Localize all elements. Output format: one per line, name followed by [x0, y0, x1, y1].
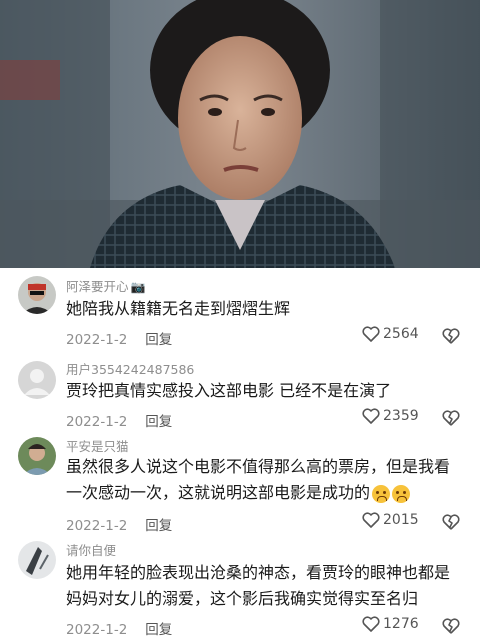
movie-still-image: [0, 0, 480, 268]
comment-text: 她陪我从籍籍无名走到熠熠生辉: [66, 296, 466, 322]
comment-line: 她陪我从籍籍无名走到熠熠生辉: [66, 299, 291, 318]
comment-list: 阿泽要开心 📷 她陪我从籍籍无名走到熠熠生辉 2022-1-2 回复 2564 用户…: [0, 268, 480, 640]
reply-button[interactable]: 回复: [145, 622, 172, 638]
like-count: 2564: [383, 326, 419, 342]
comment-text: 她用年轻的脸表现出沧桑的神态，看贾玲的眼神也都是 妈妈对女儿的溺爱，这个影后我确…: [66, 560, 466, 612]
comment-date: 2022-1-2: [66, 414, 128, 430]
comment-line-with-emoji: 一次感动一次，这就说明这部电影是成功的: [66, 480, 466, 506]
reply-button[interactable]: 回复: [145, 332, 172, 348]
like-button[interactable]: 2015: [362, 512, 419, 528]
crying-face-emoji-icon: [372, 484, 391, 503]
broken-heart-icon[interactable]: [442, 514, 460, 530]
avatar[interactable]: [18, 541, 56, 579]
crying-face-emoji-icon: [392, 484, 411, 503]
username-text: 阿泽要开心: [66, 279, 129, 294]
comment-line: 虽然很多人说这个电影不值得那么高的票房，但是我看: [66, 457, 451, 476]
comment-line: 一次感动一次，这就说明这部电影是成功的: [66, 483, 371, 502]
username[interactable]: 用户3554242487586: [66, 359, 194, 378]
comment-meta: 2022-1-2 回复: [66, 328, 172, 348]
username[interactable]: 阿泽要开心 📷: [66, 276, 145, 295]
reply-button[interactable]: 回复: [145, 414, 172, 430]
heart-icon: [362, 326, 380, 342]
avatar[interactable]: [18, 276, 56, 314]
like-button[interactable]: 2564: [362, 326, 419, 342]
comment-text: 虽然很多人说这个电影不值得那么高的票房，但是我看 一次感动一次，这就说明这部电影…: [66, 454, 466, 506]
camera-emoji-icon: 📷: [130, 280, 146, 294]
comment-line: 贾玲把真情实感投入这部电影 已经不是在演了: [66, 381, 392, 400]
comment-line: 她用年轻的脸表现出沧桑的神态，看贾玲的眼神也都是: [66, 563, 451, 582]
reply-button[interactable]: 回复: [145, 518, 172, 534]
comment-meta: 2022-1-2 回复: [66, 514, 172, 534]
comment-text: 贾玲把真情实感投入这部电影 已经不是在演了: [66, 378, 466, 404]
heart-icon: [362, 512, 380, 528]
comment-date: 2022-1-2: [66, 622, 128, 638]
broken-heart-icon[interactable]: [442, 618, 460, 634]
comment-date: 2022-1-2: [66, 332, 128, 348]
username[interactable]: 平安是只猫: [66, 436, 129, 455]
like-count: 1276: [383, 616, 419, 632]
like-button[interactable]: 2359: [362, 408, 419, 424]
like-count: 2015: [383, 512, 419, 528]
broken-heart-icon[interactable]: [442, 328, 460, 344]
username[interactable]: 请你自便: [66, 540, 116, 559]
heart-icon: [362, 616, 380, 632]
comment-meta: 2022-1-2 回复: [66, 410, 172, 430]
broken-heart-icon[interactable]: [442, 410, 460, 426]
comment-date: 2022-1-2: [66, 518, 128, 534]
heart-icon: [362, 408, 380, 424]
like-count: 2359: [383, 408, 419, 424]
avatar[interactable]: [18, 437, 56, 475]
comment-line: 妈妈对女儿的溺爱，这个影后我确实觉得实至名归: [66, 589, 419, 608]
comment-meta: 2022-1-2 回复: [66, 618, 172, 638]
avatar[interactable]: [18, 361, 56, 399]
like-button[interactable]: 1276: [362, 616, 419, 632]
